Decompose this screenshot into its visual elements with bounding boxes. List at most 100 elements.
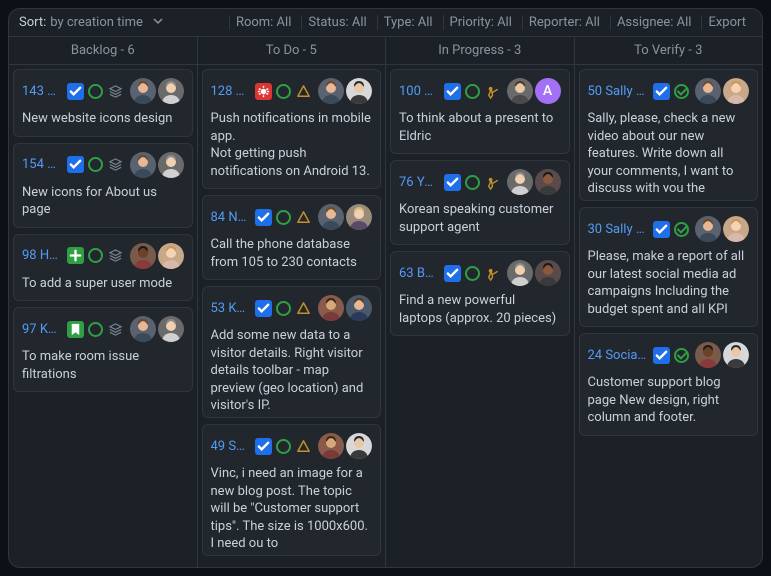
card-description: Korean speaking customer support agent bbox=[399, 201, 561, 236]
card[interactable]: 76 Yao Guang Korean speaking customer su… bbox=[390, 160, 570, 245]
avatar bbox=[695, 342, 721, 368]
card-description: Find a new powerful laptops (approx. 20 … bbox=[399, 292, 561, 327]
filter-status[interactable]: Status: All bbox=[301, 15, 372, 30]
stack-icon bbox=[107, 83, 124, 100]
status-open-icon bbox=[88, 84, 103, 99]
column-body: 128 Research ... Push notifications in m… bbox=[198, 65, 386, 567]
filter-type[interactable]: Type: All bbox=[377, 15, 439, 30]
avatar bbox=[507, 169, 533, 195]
filter-assignee[interactable]: Assignee: All bbox=[610, 15, 698, 30]
card[interactable]: 24 Social Media Customer support blog pa… bbox=[579, 333, 759, 436]
avatar bbox=[158, 152, 184, 178]
chevron-down-icon bbox=[153, 15, 163, 30]
card[interactable]: 63 Bwana Mb... Find a new powerful lapto… bbox=[390, 251, 570, 336]
avatar bbox=[130, 78, 156, 104]
card-header: 49 Social Media bbox=[211, 433, 373, 459]
card-icons bbox=[67, 156, 124, 173]
status-open-icon bbox=[88, 157, 103, 172]
card-description: Vinc, i need an image for a new blog pos… bbox=[211, 465, 373, 547]
in-progress-icon bbox=[484, 83, 501, 100]
card[interactable]: 154 Marketing ... New icons for About us… bbox=[13, 143, 193, 228]
status-check-icon bbox=[674, 222, 689, 237]
card-description: To make room issue filtrations bbox=[22, 348, 184, 383]
card-header: 84 Nancy Olson bbox=[211, 204, 373, 230]
card-title: 98 Helen Bell bbox=[22, 248, 61, 263]
column-header: To Verify - 3 bbox=[575, 37, 763, 65]
card-title: 53 Kevin Clarke bbox=[211, 301, 250, 316]
export-button[interactable]: Export bbox=[701, 15, 752, 30]
priority-icon bbox=[295, 438, 312, 455]
task-icon bbox=[653, 347, 670, 364]
card-icons bbox=[255, 300, 312, 317]
sort-dropdown[interactable]: by creation time bbox=[50, 15, 143, 30]
card-header: 30 Sally French bbox=[588, 216, 750, 242]
task-icon bbox=[255, 300, 272, 317]
card-icons bbox=[255, 209, 312, 226]
card[interactable]: 30 Sally French Please, make a report of… bbox=[579, 207, 759, 327]
card-description: Customer support blog page New design, r… bbox=[588, 374, 750, 427]
card-title: 128 Research ... bbox=[211, 84, 250, 99]
card[interactable]: 128 Research ... Push notifications in m… bbox=[202, 69, 382, 189]
card-title: 143 Marketing ... bbox=[22, 84, 61, 99]
filter-reporter[interactable]: Reporter: All bbox=[522, 15, 606, 30]
card[interactable]: 100 Office talks A To think about a pres… bbox=[390, 69, 570, 154]
status-open-icon bbox=[276, 439, 291, 454]
avatar bbox=[507, 260, 533, 286]
avatar bbox=[346, 433, 372, 459]
toolbar: Sort: by creation time Room: All Status:… bbox=[9, 9, 762, 37]
card[interactable]: 53 Kevin Clarke Add some new data to a v… bbox=[202, 286, 382, 418]
story-icon bbox=[67, 321, 84, 338]
columns: Backlog - 6 143 Marketing ... New websit… bbox=[9, 37, 762, 567]
avatar bbox=[535, 169, 561, 195]
bug-icon bbox=[255, 83, 272, 100]
status-check-icon bbox=[674, 348, 689, 363]
card[interactable]: 84 Nancy Olson Call the phone database f… bbox=[202, 195, 382, 280]
stack-icon bbox=[107, 247, 124, 264]
avatar bbox=[158, 78, 184, 104]
column: To Verify - 3 50 Sally French Sally, ple… bbox=[575, 37, 763, 567]
card-avatars bbox=[318, 433, 372, 459]
column-body: 50 Sally French Sally, please, check a n… bbox=[575, 65, 763, 567]
card-header: 100 Office talks A bbox=[399, 78, 561, 104]
card-title: 63 Bwana Mb... bbox=[399, 266, 438, 281]
card-avatars bbox=[507, 169, 561, 195]
filter-room[interactable]: Room: All bbox=[229, 15, 297, 30]
card-title: 50 Sally French bbox=[588, 84, 648, 99]
card[interactable]: 98 Helen Bell To add a super user mode bbox=[13, 234, 193, 302]
card-header: 76 Yao Guang bbox=[399, 169, 561, 195]
card-title: 30 Sally French bbox=[588, 222, 648, 237]
card-description: To add a super user mode bbox=[22, 275, 184, 293]
card[interactable]: 143 Marketing ... New website icons desi… bbox=[13, 69, 193, 137]
task-icon bbox=[653, 83, 670, 100]
card-header: 128 Research ... bbox=[211, 78, 373, 104]
card-title: 84 Nancy Olson bbox=[211, 210, 250, 225]
task-icon bbox=[653, 221, 670, 238]
filter-priority[interactable]: Priority: All bbox=[443, 15, 518, 30]
task-icon bbox=[67, 156, 84, 173]
card-header: 97 Kevin Clarke bbox=[22, 316, 184, 342]
avatar bbox=[535, 260, 561, 286]
avatar: A bbox=[535, 78, 561, 104]
avatar bbox=[318, 78, 344, 104]
card-icons bbox=[653, 347, 689, 364]
card-description: To think about a present to Eldric bbox=[399, 110, 561, 145]
card-title: 100 Office talks bbox=[399, 84, 438, 99]
sort-label: Sort: bbox=[19, 15, 46, 30]
column-body: 143 Marketing ... New website icons desi… bbox=[9, 65, 197, 567]
priority-icon bbox=[295, 300, 312, 317]
card-description: Please, make a report of all our latest … bbox=[588, 248, 750, 318]
card[interactable]: 50 Sally French Sally, please, check a n… bbox=[579, 69, 759, 201]
column: In Progress - 3 100 Office talks A To th… bbox=[386, 37, 575, 567]
card-avatars bbox=[507, 260, 561, 286]
card-avatars bbox=[318, 78, 372, 104]
card[interactable]: 49 Social Media Vinc, i need an image fo… bbox=[202, 424, 382, 556]
card-icons bbox=[255, 83, 312, 100]
card-icons bbox=[653, 83, 689, 100]
task-icon bbox=[444, 83, 461, 100]
priority-icon bbox=[295, 209, 312, 226]
task-icon bbox=[444, 174, 461, 191]
card[interactable]: 97 Kevin Clarke To make room issue filtr… bbox=[13, 307, 193, 392]
card-header: 154 Marketing ... bbox=[22, 152, 184, 178]
card-description: Sally, please, check a new video about o… bbox=[588, 110, 750, 192]
task-icon bbox=[67, 83, 84, 100]
